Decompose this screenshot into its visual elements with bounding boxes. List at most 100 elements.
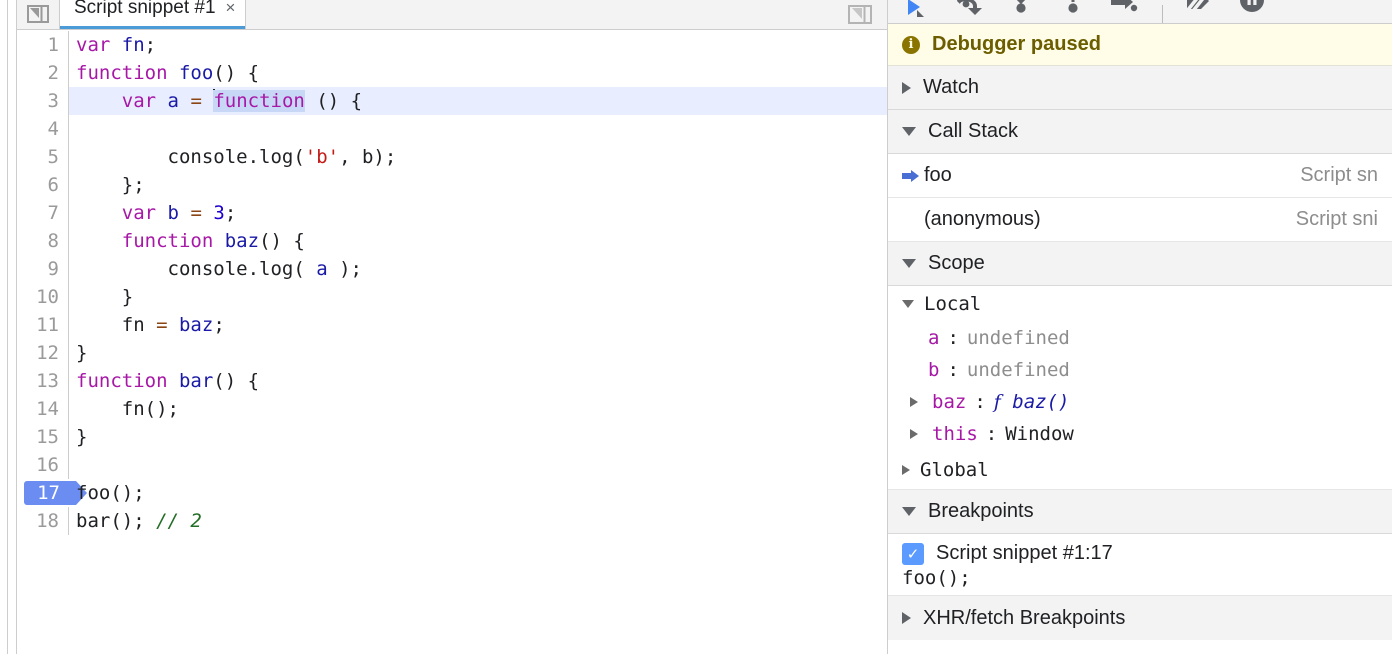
call-stack-frame-name: (anonymous) <box>924 208 1041 230</box>
section-call-stack[interactable]: Call Stack <box>888 110 1392 154</box>
chevron-down-icon <box>902 259 916 268</box>
scope-property-value: f baz() <box>993 391 1070 413</box>
section-xhr-breakpoints-label: XHR/fetch Breakpoints <box>923 606 1126 629</box>
code-line-3[interactable]: 3 var a = function () { <box>17 87 887 115</box>
scope-property-baz[interactable]: baz: f baz() <box>888 386 1392 418</box>
call-stack-frame-location: Script sni <box>1295 208 1378 230</box>
code-line-2[interactable]: 2 function foo() { <box>17 59 887 87</box>
code-line-text: var a = function () { <box>69 87 887 115</box>
source-editor-pane: Script snippet #1 × 1 var fn; 2 function fo… <box>0 0 888 654</box>
current-frame-arrow-icon <box>902 169 924 183</box>
code-line-text: function bar() { <box>76 370 260 392</box>
code-line-10[interactable]: 10 } <box>17 283 887 311</box>
call-stack-frame-name: foo <box>924 164 952 186</box>
line-number[interactable]: 4 <box>17 115 69 143</box>
section-xhr-breakpoints[interactable]: XHR/fetch Breakpoints <box>888 596 1392 640</box>
section-watch-label: Watch <box>923 76 979 98</box>
pause-on-exceptions-icon[interactable] <box>1237 0 1267 23</box>
dock-panel-icon[interactable] <box>25 3 51 25</box>
line-number[interactable]: 18 <box>17 507 69 535</box>
call-stack-frame-location: Script sn <box>1300 164 1378 186</box>
scope-property-value: Window <box>1005 423 1074 445</box>
chevron-right-icon <box>902 464 910 475</box>
code-line-18[interactable]: 18 bar(); // 2 <box>17 507 887 535</box>
line-number[interactable]: 17 <box>17 479 69 507</box>
show-navigator-icon[interactable] <box>845 2 875 26</box>
close-icon[interactable]: × <box>226 0 236 18</box>
code-line-16[interactable]: 16 <box>17 451 887 479</box>
chevron-down-icon <box>902 127 916 136</box>
code-line-7[interactable]: 7 var b = 3; <box>17 199 887 227</box>
line-number[interactable]: 14 <box>17 395 69 423</box>
code-line-text: fn(); <box>76 398 179 420</box>
section-scope[interactable]: Scope <box>888 242 1392 286</box>
code-line-text: } <box>76 342 88 364</box>
step-out-icon[interactable] <box>1058 0 1088 23</box>
scope-global-row[interactable]: Global <box>888 450 1392 490</box>
call-stack-frame[interactable]: (anonymous) Script sni <box>888 198 1392 242</box>
code-line-text: function baz() { <box>121 230 305 252</box>
breakpoint-list: ✓ Script snippet #1:17 foo(); <box>888 534 1392 596</box>
line-number[interactable]: 11 <box>17 311 69 339</box>
section-breakpoints[interactable]: Breakpoints <box>888 490 1392 534</box>
line-number[interactable]: 16 <box>17 451 69 479</box>
line-number[interactable]: 5 <box>17 143 69 171</box>
code-line-1[interactable]: 1 var fn; <box>17 31 887 59</box>
chevron-right-icon <box>902 612 911 624</box>
code-line-4[interactable]: 4 <box>17 115 887 143</box>
line-number[interactable]: 9 <box>17 255 69 283</box>
code-line-text: }; <box>76 174 145 196</box>
scope-property-b[interactable]: b: undefined <box>888 354 1392 386</box>
scope-property-this[interactable]: this: Window <box>888 418 1392 450</box>
section-scope-label: Scope <box>928 252 985 274</box>
scope-property-name: b <box>928 359 940 381</box>
line-number[interactable]: 6 <box>17 171 69 199</box>
scope-global-label: Global <box>920 458 989 481</box>
scope-property-a[interactable]: a: undefined <box>888 322 1392 354</box>
toolbar-separator <box>1162 5 1163 23</box>
call-stack-list: foo Script sn (anonymous) Script sni <box>888 154 1392 242</box>
scope-local-header[interactable]: Local <box>888 286 1392 322</box>
function-glyph-icon: f <box>993 391 1001 413</box>
code-editor[interactable]: 1 var fn; 2 function foo() {3 var a = funct… <box>17 31 887 654</box>
code-line-text: var fn; <box>76 34 157 56</box>
line-number[interactable]: 12 <box>17 339 69 367</box>
section-watch[interactable]: Watch <box>888 66 1392 110</box>
line-number[interactable]: 8 <box>17 227 69 255</box>
step-icon[interactable] <box>1110 0 1140 23</box>
breakpoint-checkbox[interactable]: ✓ <box>902 542 924 565</box>
code-line-6[interactable]: 6 }; <box>17 171 887 199</box>
breakpoint-item[interactable]: ✓ Script snippet #1:17 foo(); <box>888 534 1392 596</box>
line-number[interactable]: 15 <box>17 423 69 451</box>
code-line-text: var b = 3; <box>121 202 237 224</box>
step-into-icon[interactable] <box>1006 0 1036 23</box>
line-number[interactable]: 13 <box>17 367 69 395</box>
code-line-17[interactable]: 17 foo(); <box>17 479 887 507</box>
resume-icon[interactable] <box>902 0 932 23</box>
code-line-14[interactable]: 14 fn(); <box>17 395 887 423</box>
line-number[interactable]: 7 <box>17 199 69 227</box>
step-over-icon[interactable] <box>954 0 984 23</box>
deactivate-breakpoints-icon[interactable] <box>1185 0 1215 23</box>
code-line-text <box>69 115 887 143</box>
line-number[interactable]: 10 <box>17 283 69 311</box>
line-number[interactable]: 3 <box>17 87 69 115</box>
line-number[interactable]: 2 <box>17 59 69 87</box>
editor-tab-strip: Script snippet #1 × <box>17 0 887 30</box>
line-number[interactable]: 1 <box>17 31 69 59</box>
code-line-9[interactable]: 9 console.log( a ); <box>17 255 887 283</box>
code-line-text <box>69 451 887 479</box>
code-line-13[interactable]: 13 function bar() { <box>17 367 887 395</box>
code-line-text: bar(); // 2 <box>76 510 202 532</box>
paused-banner-text: Debugger paused <box>932 33 1101 55</box>
tab-script-snippet-1[interactable]: Script snippet #1 × <box>59 0 247 29</box>
code-line-8[interactable]: 8 function baz() { <box>17 227 887 255</box>
code-line-15[interactable]: 15} <box>17 423 887 451</box>
code-line-12[interactable]: 12} <box>17 339 887 367</box>
info-icon: i <box>902 35 920 54</box>
call-stack-frame[interactable]: foo Script sn <box>888 154 1392 198</box>
breakpoint-code-snippet: foo(); <box>902 567 971 589</box>
code-line-11[interactable]: 11 fn = baz; <box>17 311 887 339</box>
code-line-text: console.log('b', b); <box>76 146 397 168</box>
code-line-5[interactable]: 5 console.log('b', b); <box>17 143 887 171</box>
